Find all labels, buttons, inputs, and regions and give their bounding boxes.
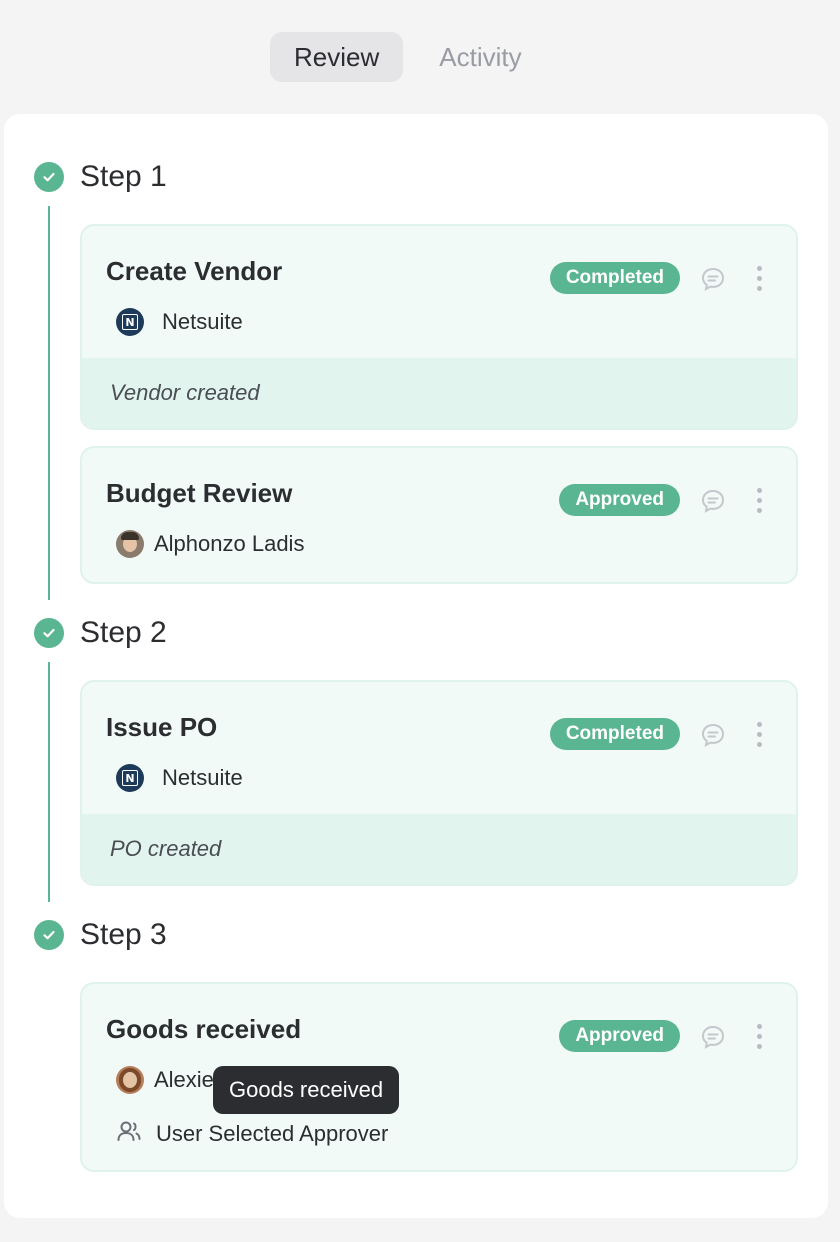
status-badge: Approved	[559, 484, 680, 516]
step-connector	[48, 662, 50, 902]
more-options-icon[interactable]	[744, 1020, 774, 1052]
task-card[interactable]: Issue PO Completed N Netsuite PO created	[80, 680, 798, 886]
tab-bar: Review Activity	[270, 32, 546, 82]
assignee-name: Alphonzo Ladis	[154, 531, 305, 556]
task-title: Budget Review	[106, 478, 293, 508]
status-badge: Completed	[549, 718, 680, 750]
task-card[interactable]: Create Vendor Completed N Netsuite Vendo…	[80, 224, 798, 430]
comment-icon[interactable]	[698, 720, 728, 750]
assignee-name: Netsuite	[162, 765, 243, 790]
task-card[interactable]: Budget Review Approved Alphonzo Ladis	[80, 446, 798, 584]
comment-icon[interactable]	[698, 264, 728, 294]
task-title: Create Vendor	[106, 256, 283, 286]
step-title: Step 3	[80, 918, 167, 951]
comment-icon[interactable]	[698, 1022, 728, 1052]
step-header: Step 3	[34, 918, 167, 952]
users-icon	[116, 1118, 142, 1150]
assignee: N Netsuite	[116, 308, 243, 336]
assignee-name: Netsuite	[162, 309, 243, 334]
tab-review[interactable]: Review	[270, 32, 404, 82]
review-panel: Step 1 Create Vendor Completed N Netsuit…	[4, 114, 828, 1218]
avatar	[116, 530, 144, 558]
task-card[interactable]: Goods received Approved Alexie User Sele…	[80, 982, 798, 1172]
assignee: Alexie	[116, 1066, 214, 1094]
netsuite-logo-icon: N	[116, 308, 144, 336]
assignee: Alphonzo Ladis	[116, 530, 304, 558]
assignee-name: Alexie	[154, 1067, 214, 1092]
step-connector	[48, 206, 50, 600]
task-note: PO created	[82, 814, 796, 884]
step-header: Step 1	[34, 160, 167, 194]
step-title: Step 1	[80, 160, 167, 193]
comment-icon[interactable]	[698, 486, 728, 516]
task-title: Issue PO	[106, 712, 218, 742]
assignee: N Netsuite	[116, 764, 243, 792]
task-title: Goods received	[106, 1014, 302, 1044]
approver-role-label: User Selected Approver	[156, 1121, 389, 1146]
status-badge: Completed	[549, 262, 680, 294]
step-header: Step 2	[34, 616, 167, 650]
tooltip: Goods received	[213, 1066, 400, 1114]
status-badge: Approved	[559, 1020, 680, 1052]
check-circle-icon	[34, 618, 64, 648]
netsuite-logo-icon: N	[116, 764, 144, 792]
approver-role: User Selected Approver	[116, 1118, 388, 1150]
check-circle-icon	[34, 920, 64, 950]
step-title: Step 2	[80, 616, 167, 649]
more-options-icon[interactable]	[744, 262, 774, 294]
more-options-icon[interactable]	[744, 718, 774, 750]
check-circle-icon	[34, 162, 64, 192]
more-options-icon[interactable]	[744, 484, 774, 516]
tab-activity[interactable]: Activity	[415, 32, 545, 82]
task-note: Vendor created	[82, 358, 796, 428]
avatar	[116, 1066, 144, 1094]
